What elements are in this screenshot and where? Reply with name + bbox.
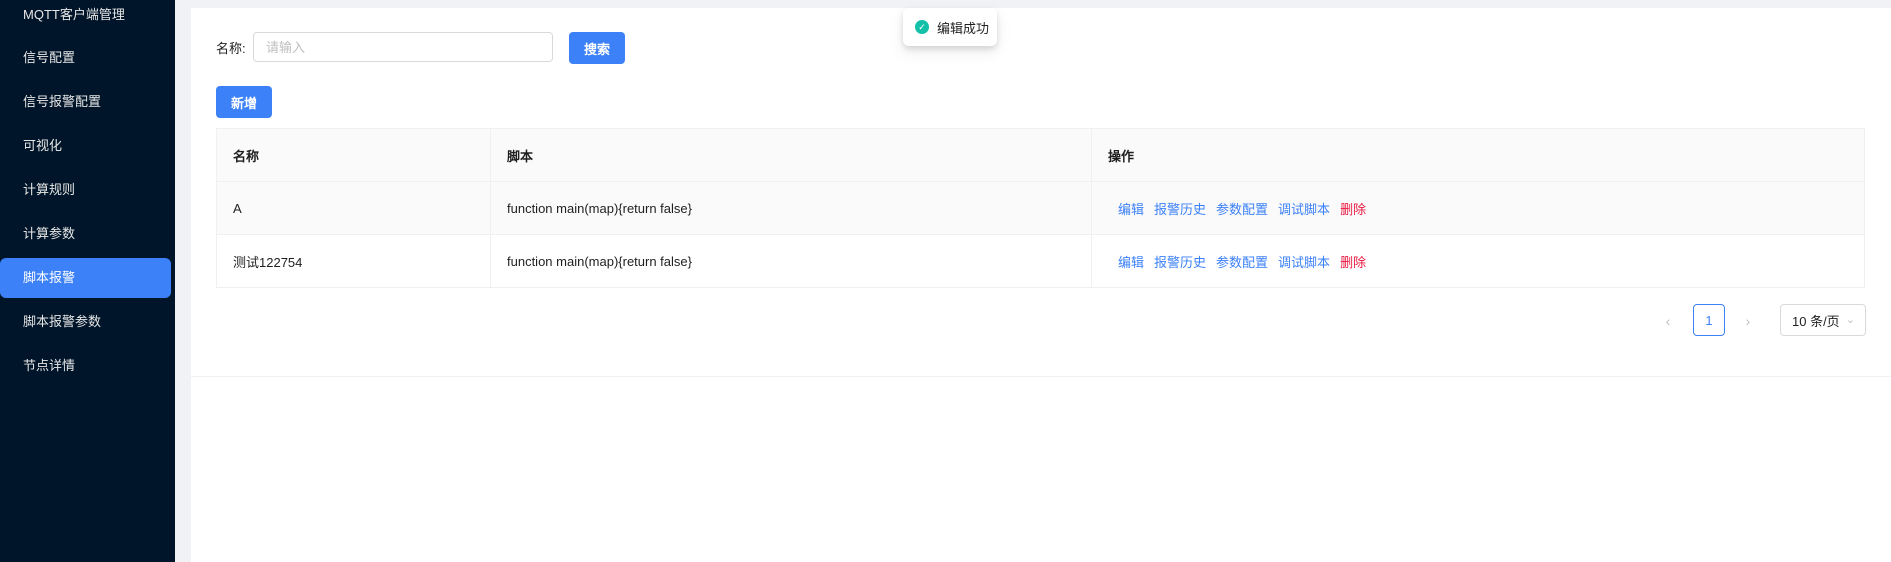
sidebar: MQTT客户端管理 信号配置 信号报警配置 可视化 计算规则 计算参数 脚本报警… [0, 0, 175, 562]
page-size-value: 10 条/页 [1792, 313, 1840, 329]
sidebar-item-calc-params[interactable]: 计算参数 [0, 214, 171, 254]
chevron-down-icon: ⌄ [1845, 314, 1855, 326]
table-row: A function main(map){return false} 编辑 报警… [217, 182, 1864, 235]
page-size-select[interactable]: 10 条/页 ⌄ [1780, 304, 1866, 336]
edit-link[interactable]: 编辑 [1118, 252, 1144, 271]
sidebar-item-node-details[interactable]: 节点详情 [0, 346, 171, 386]
sidebar-item-visualization[interactable]: 可视化 [0, 126, 171, 166]
chevron-right-icon[interactable]: › [1732, 305, 1764, 337]
column-header-script-label: 脚本 [507, 148, 534, 164]
row-name-cell: A [217, 182, 491, 234]
delete-link[interactable]: 删除 [1340, 199, 1366, 218]
search-input[interactable] [253, 32, 553, 62]
column-header-actions-label: 操作 [1108, 148, 1135, 164]
column-header-name-label: 名称 [233, 148, 260, 164]
row-name-cell: 测试122754 [217, 235, 491, 287]
search-button[interactable]: 搜索 [569, 32, 625, 64]
row-script-cell: function main(map){return false} [491, 182, 1092, 234]
sidebar-item-calc-rules[interactable]: 计算规则 [0, 170, 171, 210]
row-actions-cell: 编辑 报警历史 参数配置 调试脚本 删除 [1092, 182, 1864, 234]
param-config-link[interactable]: 参数配置 [1216, 252, 1268, 271]
sidebar-item-script-alarm-params[interactable]: 脚本报警参数 [0, 302, 171, 342]
column-header-script: 脚本 [491, 129, 1092, 181]
sidebar-item-script-alarm[interactable]: 脚本报警 [0, 258, 171, 298]
alarm-history-link[interactable]: 报警历史 [1154, 252, 1206, 271]
table-header: 名称 脚本 操作 [217, 129, 1864, 182]
debug-script-link[interactable]: 调试脚本 [1278, 252, 1330, 271]
table-row: 测试122754 function main(map){return false… [217, 235, 1864, 288]
delete-link[interactable]: 删除 [1340, 252, 1366, 271]
row-script: function main(map){return false} [507, 253, 692, 269]
pagination-page-1[interactable]: 1 [1693, 304, 1725, 336]
success-toast: ✓ 编辑成功 [903, 8, 997, 46]
row-script-cell: function main(map){return false} [491, 235, 1092, 287]
content-lower-area [191, 377, 1891, 562]
alarm-history-link[interactable]: 报警历史 [1154, 199, 1206, 218]
row-name: A [233, 200, 242, 216]
search-label: 名称: [216, 41, 246, 56]
column-header-actions: 操作 [1092, 129, 1864, 181]
data-table: 名称 脚本 操作 A function main(map){return fal… [216, 128, 1865, 288]
add-button[interactable]: 新增 [216, 86, 272, 118]
toast-message: 编辑成功 [937, 20, 990, 36]
check-circle-icon: ✓ [915, 20, 929, 34]
sidebar-item-signal-alarm-config[interactable]: 信号报警配置 [0, 82, 171, 122]
sidebar-item-signal-config[interactable]: 信号配置 [0, 38, 171, 78]
row-actions-cell: 编辑 报警历史 参数配置 调试脚本 删除 [1092, 235, 1864, 287]
param-config-link[interactable]: 参数配置 [1216, 199, 1268, 218]
column-header-name: 名称 [217, 129, 491, 181]
row-name: 测试122754 [233, 254, 303, 270]
edit-link[interactable]: 编辑 [1118, 199, 1144, 218]
chevron-left-icon[interactable]: ‹ [1652, 305, 1684, 337]
row-script: function main(map){return false} [507, 200, 692, 216]
debug-script-link[interactable]: 调试脚本 [1278, 199, 1330, 218]
sidebar-item-mqtt-clients[interactable]: MQTT客户端管理 [0, 0, 171, 35]
